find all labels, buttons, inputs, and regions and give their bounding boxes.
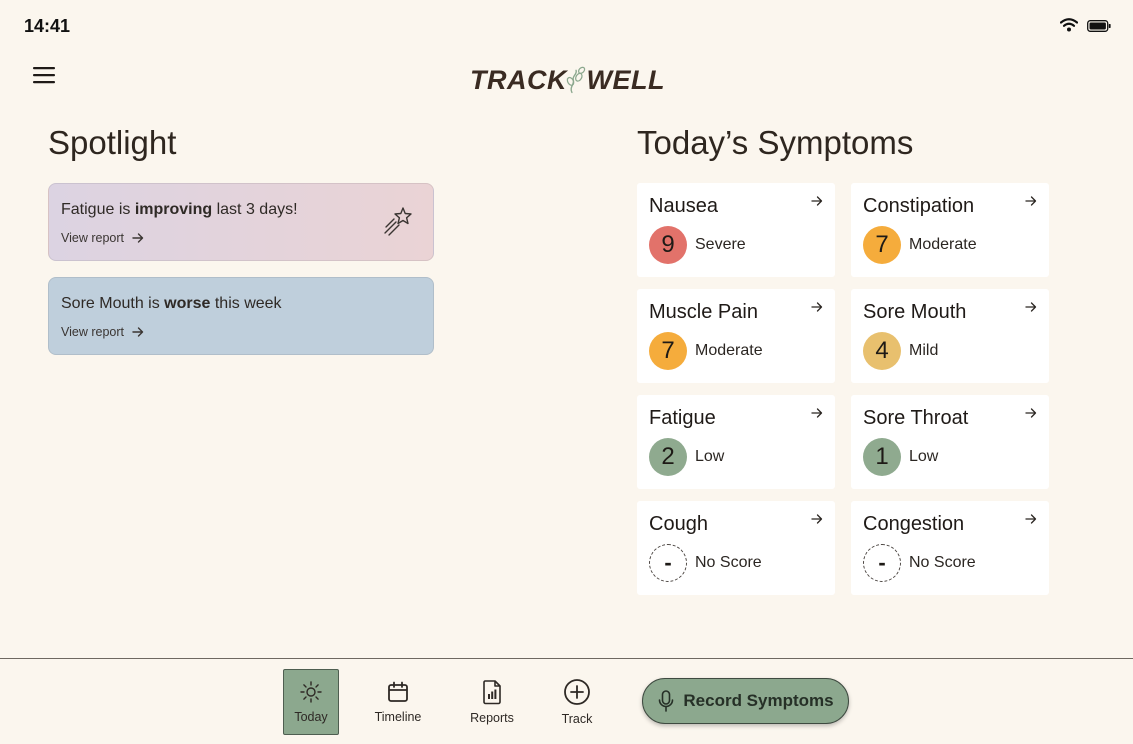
score-badge: 7 — [649, 332, 687, 370]
severity-label: No Score — [695, 554, 762, 571]
symptom-card-sore-throat[interactable]: Sore Throat 1 Low — [851, 395, 1049, 489]
symptom-name: Fatigue — [649, 407, 716, 429]
nav-label: Timeline — [374, 710, 422, 724]
arrow-right-icon — [1025, 302, 1037, 312]
severity-label: Moderate — [695, 342, 763, 359]
symptom-card-sore-mouth[interactable]: Sore Mouth 4 Mild — [851, 289, 1049, 383]
symptom-name: Congestion — [863, 513, 965, 535]
battery-icon — [1087, 19, 1111, 37]
arrow-right-icon — [811, 514, 823, 524]
symptom-name: Cough — [649, 513, 708, 535]
score-badge: - — [649, 544, 687, 582]
severity-label: Moderate — [909, 236, 977, 253]
symptom-name: Nausea — [649, 195, 718, 217]
symptom-name: Sore Mouth — [863, 301, 967, 323]
severity-label: Severe — [695, 236, 746, 253]
spotlight-text: Fatigue is improving last 3 days! — [61, 201, 298, 218]
hamburger-icon — [33, 67, 55, 84]
score-badge: 2 — [649, 438, 687, 476]
arrow-right-icon — [132, 327, 144, 337]
symptom-name: Constipation — [863, 195, 975, 217]
calendar-icon — [388, 681, 408, 702]
symptom-score: - No Score — [649, 544, 823, 582]
symptom-card-muscle-pain[interactable]: Muscle Pain 7 Moderate — [637, 289, 835, 383]
logo-text-track: TRACK — [470, 64, 567, 95]
view-report-link[interactable]: View report — [61, 231, 421, 245]
severity-label: No Score — [909, 554, 976, 571]
symptom-score: 2 Low — [649, 438, 823, 476]
nav-label: Track — [561, 712, 593, 726]
nav-reports[interactable]: Reports — [464, 669, 520, 735]
symptom-score: 4 Mild — [863, 332, 1037, 370]
arrow-right-icon — [1025, 196, 1037, 206]
nav-label: Reports — [470, 711, 514, 725]
spotlight-text: Sore Mouth is worse this week — [61, 295, 282, 312]
report-icon — [483, 680, 501, 705]
severity-label: Mild — [909, 342, 939, 359]
symptom-card-constipation[interactable]: Constipation 7 Moderate — [851, 183, 1049, 277]
arrow-right-icon — [132, 233, 144, 243]
symptoms-title: Today’s Symptoms — [637, 124, 914, 161]
symptom-name: Muscle Pain — [649, 301, 758, 323]
status-icons — [1059, 18, 1111, 37]
arrow-right-icon — [1025, 408, 1037, 418]
symptom-score: 7 Moderate — [863, 226, 1037, 264]
menu-button[interactable] — [32, 64, 56, 86]
score-badge: 1 — [863, 438, 901, 476]
status-time: 14:41 — [24, 16, 71, 36]
sprout-icon — [566, 66, 586, 94]
symptom-score: 9 Severe — [649, 226, 823, 264]
arrow-right-icon — [811, 408, 823, 418]
symptom-card-fatigue[interactable]: Fatigue 2 Low — [637, 395, 835, 489]
nav-timeline[interactable]: Timeline — [370, 669, 426, 735]
arrow-right-icon — [811, 196, 823, 206]
symptom-score: 1 Low — [863, 438, 1037, 476]
score-badge: 4 — [863, 332, 901, 370]
nav-label: Today — [294, 710, 328, 724]
severity-label: Low — [695, 448, 725, 465]
symptom-card-cough[interactable]: Cough - No Score — [637, 501, 835, 595]
symptom-score: - No Score — [863, 544, 1037, 582]
arrow-right-icon — [811, 302, 823, 312]
spotlight-card-sore-mouth[interactable]: Sore Mouth is worse this week View repor… — [48, 277, 434, 355]
wifi-icon — [1059, 18, 1079, 37]
microphone-icon — [659, 690, 674, 712]
record-symptoms-button[interactable]: Record Symptoms — [642, 678, 849, 724]
symptom-name: Sore Throat — [863, 407, 969, 429]
spotlight-title: Spotlight — [48, 124, 177, 161]
bottom-nav: Today Timeline Reports Track — [0, 658, 1133, 744]
nav-today[interactable]: Today — [283, 669, 339, 735]
logo-text-well: WELL — [586, 64, 665, 95]
app-logo: TRACK WELL — [470, 58, 665, 102]
symptom-score: 7 Moderate — [649, 332, 823, 370]
score-badge: 7 — [863, 226, 901, 264]
symptom-card-congestion[interactable]: Congestion - No Score — [851, 501, 1049, 595]
spotlight-card-fatigue[interactable]: Fatigue is improving last 3 days! View r… — [48, 183, 434, 261]
sun-icon — [300, 681, 322, 703]
app-screen: 14:41 TRACK WELL Spotlight Fatigue is im… — [0, 0, 1133, 744]
record-symptoms-label: Record Symptoms — [683, 691, 834, 710]
severity-label: Low — [909, 448, 939, 465]
plus-circle-icon — [564, 679, 590, 705]
shooting-star-icon — [384, 207, 412, 236]
score-badge: - — [863, 544, 901, 582]
arrow-right-icon — [1025, 514, 1037, 524]
nav-track[interactable]: Track — [549, 669, 605, 735]
view-report-link[interactable]: View report — [61, 325, 421, 339]
symptom-card-nausea[interactable]: Nausea 9 Severe — [637, 183, 835, 277]
score-badge: 9 — [649, 226, 687, 264]
